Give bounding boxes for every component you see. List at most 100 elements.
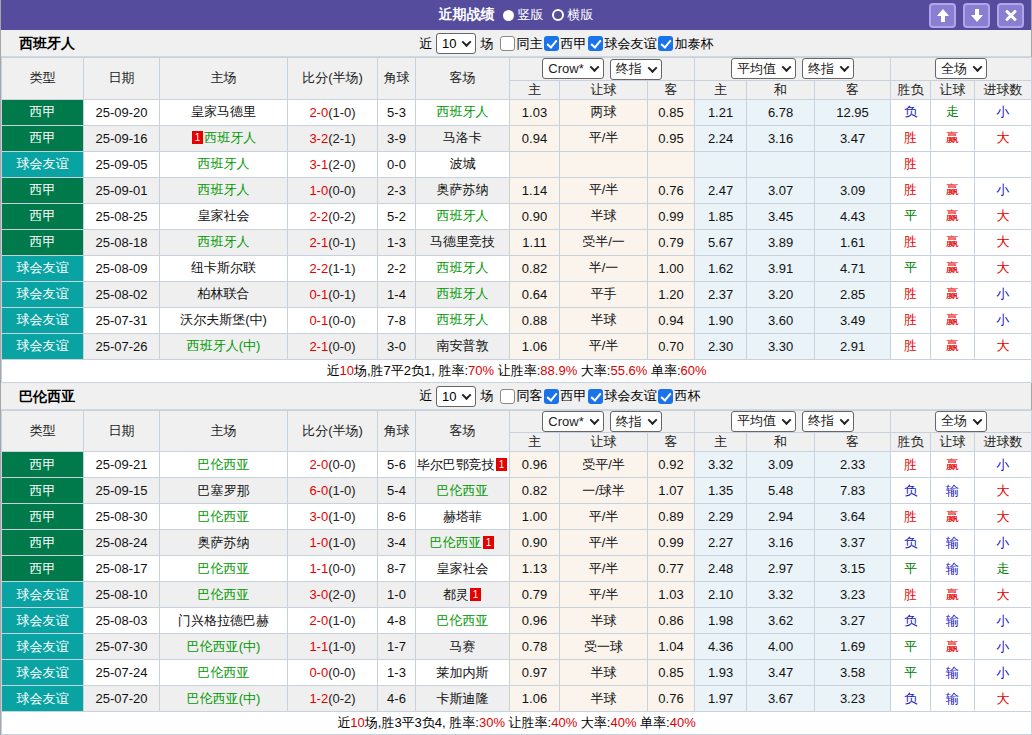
result-cell: 赢: [931, 255, 975, 281]
recent-count-select[interactable]: 10: [436, 386, 476, 407]
fulltime-score[interactable]: 3-1: [309, 157, 328, 172]
home-team-cell-name[interactable]: 西班牙人: [198, 234, 250, 249]
home-team-cell-name[interactable]: 西班牙人: [204, 130, 256, 145]
home-team-cell-name[interactable]: 巴塞罗那: [198, 483, 250, 498]
same-venue-checkbox[interactable]: [500, 389, 515, 404]
home-team-cell-name[interactable]: 巴伦西亚: [198, 561, 250, 576]
home-team-cell-name[interactable]: 巴伦西亚: [198, 665, 250, 680]
away-team-cell-name[interactable]: 卡斯迪隆: [437, 691, 489, 706]
fulltime-score[interactable]: 1-1: [309, 639, 328, 654]
league-checkbox[interactable]: [588, 36, 603, 51]
home-team-cell-name[interactable]: 巴伦西亚: [198, 587, 250, 602]
away-team-cell-name[interactable]: 西班牙人: [437, 104, 489, 119]
away-team-cell-name[interactable]: 西班牙人: [437, 286, 489, 301]
summary-part: 场,胜7平2负1, 胜率:: [354, 363, 468, 378]
same-venue-checkbox[interactable]: [500, 36, 515, 51]
fulltime-score[interactable]: 3-0: [309, 509, 328, 524]
league-checkbox[interactable]: [658, 389, 673, 404]
recent-count-select[interactable]: 10: [436, 33, 476, 54]
home-team-cell-name[interactable]: 沃尔夫斯堡(中): [180, 312, 267, 327]
away-team-cell-name[interactable]: 西班牙人: [437, 208, 489, 223]
layout-horizontal-radio[interactable]: 横版: [552, 6, 594, 24]
home-team-cell-name[interactable]: 西班牙人(中): [187, 338, 261, 353]
home-team-cell-name[interactable]: 巴伦西亚(中): [187, 639, 261, 654]
home-team-cell-name[interactable]: 巴伦西亚(中): [187, 691, 261, 706]
final-index-select[interactable]: 终指: [610, 411, 662, 432]
away-team-cell-name[interactable]: 赫塔菲: [443, 509, 482, 524]
away-team-cell-name[interactable]: 皇家社会: [437, 561, 489, 576]
fulltime-score[interactable]: 2-0: [309, 613, 328, 628]
away-team-cell-name[interactable]: 西班牙人: [437, 260, 489, 275]
away-team-cell-name[interactable]: 马德里竞技: [430, 234, 495, 249]
corner-cell: 2-2: [378, 255, 416, 281]
close-button[interactable]: [997, 3, 1024, 28]
home-team-cell-name[interactable]: 柏林联合: [198, 286, 250, 301]
avg-odds-cell: 3.45: [747, 203, 815, 229]
crow-odds-cell: 1.03: [510, 99, 560, 125]
move-down-button[interactable]: [963, 3, 990, 28]
crow-odds-cell: 0.92: [648, 452, 695, 478]
average-select[interactable]: 平均值: [731, 411, 796, 432]
fulltime-score[interactable]: 2-2: [309, 261, 328, 276]
fulltime-score[interactable]: 3-0: [309, 587, 328, 602]
home-team-cell-name[interactable]: 西班牙人: [198, 156, 250, 171]
crow-odds-cell: 0.90: [510, 530, 560, 556]
final-index-select-2[interactable]: 终指: [802, 411, 854, 432]
layout-vertical-radio[interactable]: 竖版: [503, 6, 544, 24]
away-team-cell-name[interactable]: 马赛: [450, 639, 476, 654]
crow-odds-cell: 0.85: [648, 660, 695, 686]
crow-odds-cell: 0.99: [648, 203, 695, 229]
fulltime-score[interactable]: 2-1: [309, 339, 328, 354]
away-team-cell-name[interactable]: 巴伦西亚: [437, 613, 489, 628]
avg-odds-cell: 2.94: [747, 504, 815, 530]
move-up-button[interactable]: [929, 3, 956, 28]
corner-cell: 5-3: [378, 99, 416, 125]
fulltime-score[interactable]: 1-2: [309, 691, 328, 706]
away-team-cell-name[interactable]: 毕尔巴鄂竞技: [417, 457, 495, 472]
fulltime-score[interactable]: 6-0: [309, 483, 328, 498]
home-team-cell-name[interactable]: 门兴格拉德巴赫: [178, 613, 269, 628]
home-team-cell-name[interactable]: 巴伦西亚: [198, 509, 250, 524]
fulltime-score[interactable]: 2-0: [309, 457, 328, 472]
fulltime-score[interactable]: 1-1: [309, 561, 328, 576]
away-team-cell: 西班牙人: [416, 307, 510, 333]
fulltime-select[interactable]: 全场: [935, 58, 987, 79]
final-index-select-2[interactable]: 终指: [802, 58, 854, 79]
away-team-cell-name[interactable]: 马洛卡: [443, 130, 482, 145]
home-team-cell-name[interactable]: 西班牙人: [198, 182, 250, 197]
home-team-cell-name[interactable]: 纽卡斯尔联: [191, 260, 256, 275]
league-checkbox[interactable]: [544, 389, 559, 404]
fulltime-score[interactable]: 0-0: [309, 665, 328, 680]
home-team-cell-name[interactable]: 巴伦西亚: [198, 457, 250, 472]
bookmaker-select-value: Crow*: [548, 414, 583, 429]
final-index-select[interactable]: 终指: [610, 59, 662, 80]
away-team-cell-name[interactable]: 波城: [450, 156, 476, 171]
fulltime-select[interactable]: 全场: [935, 411, 987, 432]
away-team-cell-name[interactable]: 奥萨苏纳: [437, 182, 489, 197]
chevron-down-icon: [973, 62, 983, 72]
away-team-cell-name[interactable]: 莱加内斯: [437, 665, 489, 680]
fulltime-score[interactable]: 2-1: [309, 235, 328, 250]
fulltime-score[interactable]: 0-1: [309, 313, 328, 328]
bookmaker-select[interactable]: Crow*: [542, 58, 603, 79]
fulltime-score[interactable]: 3-2: [309, 131, 328, 146]
home-team-cell-name[interactable]: 皇家马德里: [191, 104, 256, 119]
fulltime-score[interactable]: 0-1: [309, 287, 328, 302]
home-team-cell-name[interactable]: 奥萨苏纳: [198, 535, 250, 550]
away-team-cell-name[interactable]: 巴伦西亚: [437, 483, 489, 498]
home-team-cell-name[interactable]: 皇家社会: [198, 208, 250, 223]
away-team-cell-name[interactable]: 西班牙人: [437, 312, 489, 327]
fulltime-score[interactable]: 2-0: [309, 105, 328, 120]
fulltime-score[interactable]: 2-2: [309, 209, 328, 224]
away-team-cell-name[interactable]: 都灵: [443, 587, 469, 602]
away-team-cell-name[interactable]: 南安普敦: [437, 338, 489, 353]
league-checkbox[interactable]: [588, 389, 603, 404]
away-team-cell-name[interactable]: 巴伦西亚: [430, 535, 482, 550]
fulltime-score[interactable]: 1-0: [309, 535, 328, 550]
league-checkbox[interactable]: [658, 36, 673, 51]
fulltime-score[interactable]: 1-0: [309, 183, 328, 198]
league-checkbox[interactable]: [544, 36, 559, 51]
chevron-down-icon: [973, 415, 983, 425]
bookmaker-select[interactable]: Crow*: [542, 411, 603, 432]
average-select[interactable]: 平均值: [731, 58, 796, 79]
